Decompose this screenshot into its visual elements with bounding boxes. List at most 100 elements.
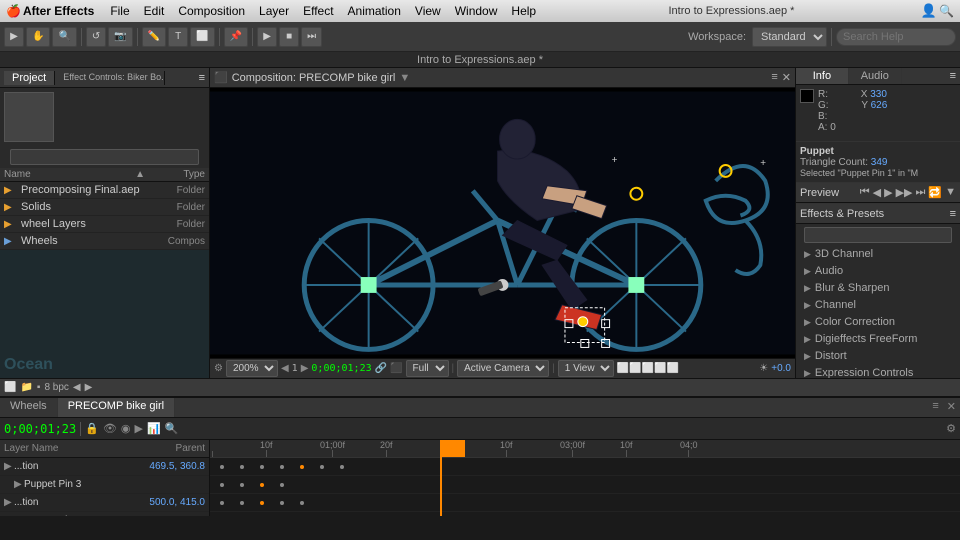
effect-item-2[interactable]: ▶Blur & Sharpen	[796, 280, 960, 297]
keyframe-dot[interactable]	[300, 465, 304, 469]
keyframe-dot[interactable]	[220, 501, 224, 505]
layer-item-3[interactable]: ▶ Puppet Pin 2	[0, 512, 209, 516]
keyframe-dot[interactable]	[260, 465, 264, 469]
comp-panel-menu[interactable]: ≡	[771, 71, 777, 84]
play-prev-btn[interactable]: ⏮	[860, 186, 870, 199]
step-fwd-preview[interactable]: ▶▶	[896, 186, 913, 199]
menu-window[interactable]: Window	[449, 2, 504, 20]
tab-audio[interactable]: Audio	[849, 68, 902, 84]
play-btn[interactable]: ▶	[257, 27, 277, 47]
workspace-select[interactable]: Standard	[752, 27, 827, 47]
pen-tool-btn[interactable]: ✏️	[142, 27, 166, 47]
effect-item-1[interactable]: ▶Audio	[796, 263, 960, 280]
keyframe-dot[interactable]	[240, 501, 244, 505]
menu-edit[interactable]: Edit	[138, 2, 171, 20]
new-folder-btn[interactable]: 📁	[20, 382, 32, 393]
menu-composition[interactable]: Composition	[172, 2, 251, 20]
timeline-ctrl-motion[interactable]: ▶	[135, 422, 143, 435]
effect-item-3[interactable]: ▶Channel	[796, 297, 960, 314]
effect-item-6[interactable]: ▶Distort	[796, 348, 960, 365]
loop-btn[interactable]: 🔁	[928, 186, 942, 199]
stop-btn[interactable]: ■	[279, 27, 299, 47]
project-item-2[interactable]: ▶ wheel Layers Folder	[0, 216, 209, 233]
menu-help[interactable]: Help	[505, 2, 542, 20]
play-pause-btn[interactable]: ▶	[884, 186, 892, 199]
keyframe-dot[interactable]	[220, 483, 224, 487]
panel-menu-icon[interactable]: ≡	[199, 72, 205, 84]
info-panel-menu[interactable]: ≡	[946, 68, 960, 84]
camera-select[interactable]: Active Camera	[457, 360, 549, 377]
view-select[interactable]: 1 View	[558, 360, 614, 377]
timeline-ctrl-shy[interactable]: 👁	[103, 422, 117, 435]
camera-tool-btn[interactable]: 📷	[108, 27, 132, 47]
rotate-tool-btn[interactable]: ↺	[86, 27, 106, 47]
timeline-ctrl-graph[interactable]: 📊	[147, 422, 161, 435]
effect-item-0[interactable]: ▶3D Channel	[796, 246, 960, 263]
keyframe-dot[interactable]	[320, 465, 324, 469]
menu-view[interactable]: View	[409, 2, 447, 20]
effect-item-4[interactable]: ▶Color Correction	[796, 314, 960, 331]
nav-prev-btn[interactable]: ◀	[73, 382, 81, 393]
search-help-input[interactable]	[836, 28, 956, 46]
project-item-3[interactable]: ▶ Wheels Compos	[0, 233, 209, 250]
timeline-tab-precomp[interactable]: PRECOMP bike girl	[58, 398, 175, 417]
frame-rate-btn[interactable]: ⚙	[946, 422, 956, 435]
keyframe-dot[interactable]	[340, 465, 344, 469]
keyframe-dot[interactable]	[260, 501, 264, 505]
new-solid-btn[interactable]: ▪	[37, 382, 41, 393]
timeline-ctrl-lock[interactable]: 🔒	[85, 422, 99, 435]
comp-close-icon[interactable]: ✕	[782, 71, 791, 84]
menu-effect[interactable]: Effect	[297, 2, 339, 20]
text-tool-btn[interactable]: T	[168, 27, 188, 47]
timeline-menu[interactable]: ≡	[928, 398, 942, 417]
effect-item-7[interactable]: ▶Expression Controls	[796, 365, 960, 378]
effects-menu[interactable]: ≡	[950, 208, 956, 220]
timeline-tab-wheels[interactable]: Wheels	[0, 398, 58, 417]
keyframe-dot[interactable]	[220, 465, 224, 469]
layer-item-0[interactable]: ▶ ...tion 469.5, 360.8	[0, 458, 209, 476]
select-tool-btn[interactable]: ▶	[4, 27, 24, 47]
tab-effect-controls[interactable]: Effect Controls: Biker Bo...	[55, 71, 165, 85]
quality-select[interactable]: Full	[406, 360, 449, 377]
zoom-tool-btn[interactable]: 🔍	[52, 27, 76, 47]
play-next-btn[interactable]: ⏭	[916, 186, 926, 199]
zoom-select[interactable]: 200%	[226, 360, 278, 377]
layer-item-2[interactable]: ▶ ...tion 500.0, 415.0	[0, 494, 209, 512]
current-time-display[interactable]: 0;00;01;23	[4, 422, 76, 436]
layer-item-1[interactable]: ▶ Puppet Pin 3	[0, 476, 209, 494]
menu-file[interactable]: File	[104, 2, 135, 20]
timeline-search[interactable]: 🔍	[165, 422, 179, 435]
step-fwd-btn[interactable]: ⏭	[301, 27, 322, 47]
menu-layer[interactable]: Layer	[253, 2, 295, 20]
apple-menu[interactable]: 🍎	[6, 4, 21, 18]
keyframe-dot[interactable]	[280, 465, 284, 469]
keyframe-dot[interactable]	[240, 483, 244, 487]
frame-nav-next[interactable]: ▶	[301, 363, 309, 374]
tab-project[interactable]: Project	[4, 71, 55, 85]
project-search-input[interactable]	[10, 149, 198, 165]
comp-tab-arrow[interactable]: ▼	[399, 72, 410, 84]
keyframe-dot[interactable]	[280, 501, 284, 505]
shape-tool-btn[interactable]: ⬜	[190, 27, 214, 47]
nav-next-btn[interactable]: ▶	[85, 382, 93, 393]
effect-item-5[interactable]: ▶Digieffects FreeForm	[796, 331, 960, 348]
step-back-btn[interactable]: ◀	[873, 186, 881, 199]
timeline-body: Layer Name Parent ▶ ...tion 469.5, 360.8…	[0, 440, 960, 516]
menu-animation[interactable]: Animation	[342, 2, 407, 20]
project-item-0[interactable]: ▶ Precomposing Final.aep Folder	[0, 182, 209, 199]
new-composition-btn[interactable]: ⬜	[4, 382, 16, 393]
keyframe-dot[interactable]	[240, 465, 244, 469]
keyframe-dot[interactable]	[280, 483, 284, 487]
keyframe-dot[interactable]	[260, 483, 264, 487]
timeline-ctrl-solo[interactable]: ◉	[121, 422, 131, 435]
hand-tool-btn[interactable]: ✋	[26, 27, 50, 47]
effects-search-input[interactable]	[804, 227, 952, 243]
puppet-tool-btn[interactable]: 📌	[224, 27, 248, 47]
preview-options[interactable]: ▼	[945, 186, 956, 199]
tab-info[interactable]: Info	[796, 68, 849, 84]
keyframe-dot[interactable]	[300, 501, 304, 505]
timeline-close[interactable]: ✕	[943, 398, 960, 417]
project-item-1[interactable]: ▶ Solids Folder	[0, 199, 209, 216]
frame-nav-prev[interactable]: ◀	[281, 363, 289, 374]
snap-icon[interactable]: 🔗	[375, 363, 387, 374]
